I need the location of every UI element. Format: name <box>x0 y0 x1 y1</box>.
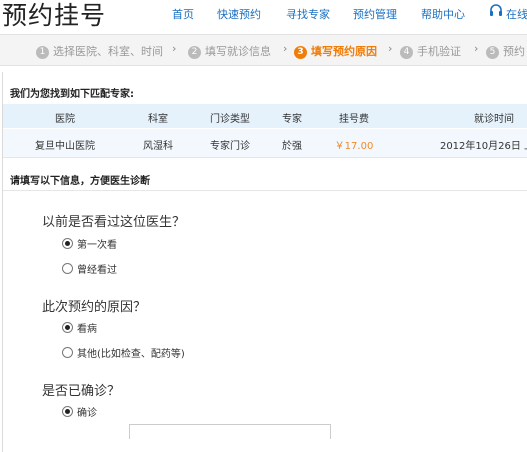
page-logo: 预约挂号 <box>2 1 107 30</box>
step-number: 1 <box>36 46 49 59</box>
option-label: 其他(比如检查、配药等) <box>77 349 185 360</box>
nav-online-service[interactable]: 在线 <box>506 6 527 22</box>
nav-home[interactable]: 首页 <box>172 6 194 22</box>
col-fee: 挂号费 <box>339 114 369 125</box>
step-4: 4 手机验证 <box>400 43 461 59</box>
step-number: 5 <box>486 46 499 59</box>
option-label: 曾经看过 <box>77 265 117 276</box>
chevron-right-icon: › <box>172 42 177 55</box>
option-other-reason[interactable]: 其他(比如检查、配药等) <box>62 345 185 360</box>
chevron-right-icon: › <box>283 42 288 55</box>
radio-button[interactable] <box>62 406 73 417</box>
headset-icon[interactable] <box>489 4 503 18</box>
col-visit-time: 就诊时间 <box>474 114 514 125</box>
section-divider <box>3 190 527 191</box>
col-department: 科室 <box>148 114 168 125</box>
nav-help-center[interactable]: 帮助中心 <box>421 6 465 22</box>
step-label: 手机验证 <box>417 45 461 58</box>
booking-steps: 1 选择医院、科室、时间 › 2 填写就诊信息 › 3 填写预约原因 › 4 手机验证 … <box>0 34 527 66</box>
option-label: 看病 <box>77 324 97 335</box>
step-5: 5 预约 <box>486 43 525 59</box>
question-visit-reason: 此次预约的原因？ <box>42 300 147 315</box>
top-header: 预约挂号 首页 快速预约 寻找专家 预约管理 帮助中心 在线 <box>0 0 527 30</box>
cell-clinic-type: 专家门诊 <box>210 141 250 152</box>
match-section-title: 我们为您找到如下匹配专家: <box>10 89 134 100</box>
col-clinic-type: 门诊类型 <box>210 114 250 125</box>
table-row: 复旦中山医院 风湿科 专家门诊 於强 ￥17.00 2012年10月26日 上 <box>3 129 527 158</box>
step-number: 3 <box>294 46 307 59</box>
step-label: 预约 <box>503 45 525 58</box>
col-expert: 专家 <box>282 114 302 125</box>
radio-button[interactable] <box>62 238 73 249</box>
cell-hospital: 复旦中山医院 <box>35 141 95 152</box>
radio-button[interactable] <box>62 263 73 274</box>
cell-fee: ￥17.00 <box>334 141 374 152</box>
step-label: 填写就诊信息 <box>205 45 271 58</box>
cell-department: 风湿科 <box>143 141 173 152</box>
step-label: 填写预约原因 <box>311 45 377 58</box>
option-label: 确诊 <box>77 408 97 419</box>
nav-find-expert[interactable]: 寻找专家 <box>286 6 330 22</box>
form-section-title: 请填写以下信息，方便医生诊断 <box>10 176 150 187</box>
option-seen-before[interactable]: 曾经看过 <box>62 261 117 276</box>
step-1: 1 选择医院、科室、时间 <box>36 43 163 59</box>
cell-visit-time: 2012年10月26日 上 <box>439 141 527 152</box>
option-label: 第一次看 <box>77 240 117 251</box>
option-first-visit[interactable]: 第一次看 <box>62 236 117 251</box>
chevron-right-icon: › <box>388 42 393 55</box>
radio-button[interactable] <box>62 347 73 358</box>
cell-expert: 於强 <box>282 141 302 152</box>
nav-booking-manage[interactable]: 预约管理 <box>353 6 397 22</box>
col-hospital: 医院 <box>55 114 75 125</box>
step-number: 4 <box>400 46 413 59</box>
nav-quick-booking[interactable]: 快速预约 <box>217 6 261 22</box>
question-seen-before: 以前是否看过这位医生？ <box>42 215 186 230</box>
radio-button[interactable] <box>62 322 73 333</box>
step-3: 3 填写预约原因 <box>294 43 377 59</box>
step-2: 2 填写就诊信息 <box>188 43 271 59</box>
chevron-right-icon: › <box>474 42 479 55</box>
question-diagnosed: 是否已确诊？ <box>42 384 121 399</box>
step-number: 2 <box>188 46 201 59</box>
diagnosis-input[interactable] <box>129 424 331 439</box>
option-see-doctor[interactable]: 看病 <box>62 320 97 335</box>
match-table-header: 医院 科室 门诊类型 专家 挂号费 就诊时间 <box>3 104 527 128</box>
option-diagnosed[interactable]: 确诊 <box>62 404 97 419</box>
step-label: 选择医院、科室、时间 <box>53 45 163 58</box>
